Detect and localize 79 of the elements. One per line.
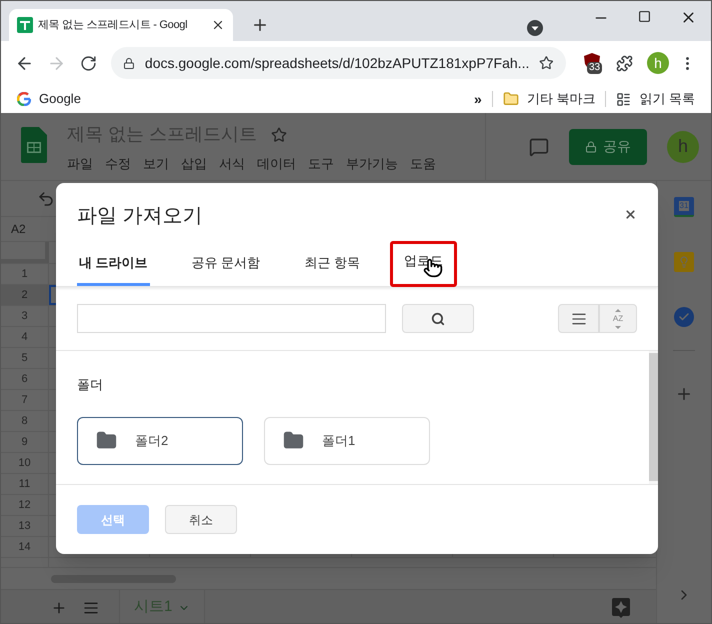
- more-bookmarks-chevron[interactable]: »: [474, 88, 482, 110]
- account-avatar[interactable]: h: [667, 130, 699, 162]
- extensions-icon[interactable]: [616, 54, 633, 72]
- list-icon: [616, 92, 632, 106]
- lock-icon: [123, 56, 135, 70]
- list-icon: [570, 310, 586, 326]
- address-bar[interactable]: docs.google.com/spreadsheets/d/102bzAPUTZ181xpP7Fah...: [111, 47, 566, 79]
- folder-icon: [96, 430, 117, 451]
- bookmark-item[interactable]: Google: [17, 89, 81, 109]
- dialog-tab[interactable]: 공유 문서함: [190, 242, 262, 286]
- menu-item[interactable]: 보기: [143, 154, 169, 174]
- dialog-tab[interactable]: 내 드라이브: [77, 242, 150, 286]
- tasks-icon[interactable]: [674, 307, 694, 327]
- dialog-title: 파일 가져오기: [77, 204, 203, 229]
- tab-title: 제목 없는 스프레드시트 - Googl: [38, 18, 188, 33]
- close-icon[interactable]: [211, 18, 225, 32]
- menu-item[interactable]: 도움: [410, 154, 436, 174]
- sheets-logo-icon: [21, 127, 47, 163]
- row-number[interactable]: 8: [1, 411, 49, 431]
- url-text: docs.google.com/spreadsheets/d/102bzAPUTZ181xpP7Fah...: [144, 54, 530, 73]
- new-tab-icon[interactable]: [251, 16, 269, 34]
- add-addon-icon[interactable]: [675, 385, 693, 403]
- comment-icon[interactable]: [529, 136, 549, 156]
- menu-item[interactable]: 부가기능: [346, 154, 398, 174]
- menu-item[interactable]: 데이터: [257, 154, 296, 174]
- row-number[interactable]: 6: [1, 369, 49, 389]
- star-icon[interactable]: [271, 126, 288, 142]
- reading-list-button[interactable]: 읽기 목록: [616, 89, 695, 109]
- bookmark-star-icon[interactable]: [539, 55, 554, 71]
- profile-avatar[interactable]: h: [647, 52, 669, 74]
- google-logo-icon: [17, 92, 31, 106]
- sheets-favicon-icon: [17, 17, 33, 33]
- badge-count: 33: [587, 62, 602, 74]
- reload-icon[interactable]: [80, 54, 97, 72]
- folder-icon: [283, 430, 304, 451]
- calendar-icon[interactable]: 31: [674, 197, 694, 217]
- row-number[interactable]: 4: [1, 327, 49, 347]
- undo-icon[interactable]: [37, 190, 55, 208]
- sort-button[interactable]: AZ: [599, 304, 637, 333]
- menu-item[interactable]: 삽입: [181, 154, 207, 174]
- dialog-tab[interactable]: 최근 항목: [302, 242, 362, 286]
- browser-tab[interactable]: 제목 없는 스프레드시트 - Googl: [9, 9, 233, 41]
- row-number[interactable]: 2: [1, 285, 49, 305]
- row-number[interactable]: 13: [1, 516, 49, 536]
- row-number[interactable]: 11: [1, 474, 49, 494]
- search-icon: [431, 312, 445, 326]
- shield-extension-icon[interactable]: 33: [584, 53, 602, 73]
- folder-card[interactable]: 폴더2: [77, 416, 243, 464]
- row-number[interactable]: 9: [1, 432, 49, 452]
- other-bookmarks-folder[interactable]: 기타 북마크: [502, 89, 596, 109]
- explore-icon[interactable]: [612, 598, 630, 618]
- close-icon[interactable]: [624, 208, 637, 221]
- section-label: 폴더: [77, 376, 104, 394]
- search-field[interactable]: [77, 304, 386, 333]
- all-sheets-icon[interactable]: [83, 600, 99, 616]
- name-box[interactable]: A2: [1, 220, 26, 238]
- vertical-scrollbar[interactable]: [649, 353, 658, 481]
- share-button[interactable]: 공유: [569, 128, 647, 164]
- menu-item[interactable]: 서식: [219, 154, 245, 174]
- row-number[interactable]: 14: [1, 537, 49, 557]
- menu-item[interactable]: 수정: [105, 154, 131, 174]
- cancel-button[interactable]: 취소: [165, 505, 237, 534]
- row-number[interactable]: 3: [1, 306, 49, 326]
- maximize-icon[interactable]: [638, 10, 651, 23]
- row-number[interactable]: 5: [1, 348, 49, 368]
- menu-item[interactable]: 파일: [67, 154, 93, 174]
- add-sheet-icon[interactable]: [51, 600, 67, 616]
- row-number[interactable]: 12: [1, 495, 49, 515]
- sort-arrows-icon: [614, 308, 622, 328]
- folder-card[interactable]: 폴더1: [264, 416, 430, 464]
- search-button[interactable]: [402, 304, 474, 333]
- list-view-button[interactable]: [558, 304, 599, 333]
- lock-icon: [585, 140, 597, 152]
- row-number[interactable]: 1: [1, 264, 49, 284]
- tab-search-icon[interactable]: [527, 20, 543, 36]
- folder-icon: [502, 91, 519, 107]
- row-number[interactable]: 10: [1, 453, 49, 473]
- menu-item[interactable]: 도구: [308, 154, 334, 174]
- row-number[interactable]: 7: [1, 390, 49, 410]
